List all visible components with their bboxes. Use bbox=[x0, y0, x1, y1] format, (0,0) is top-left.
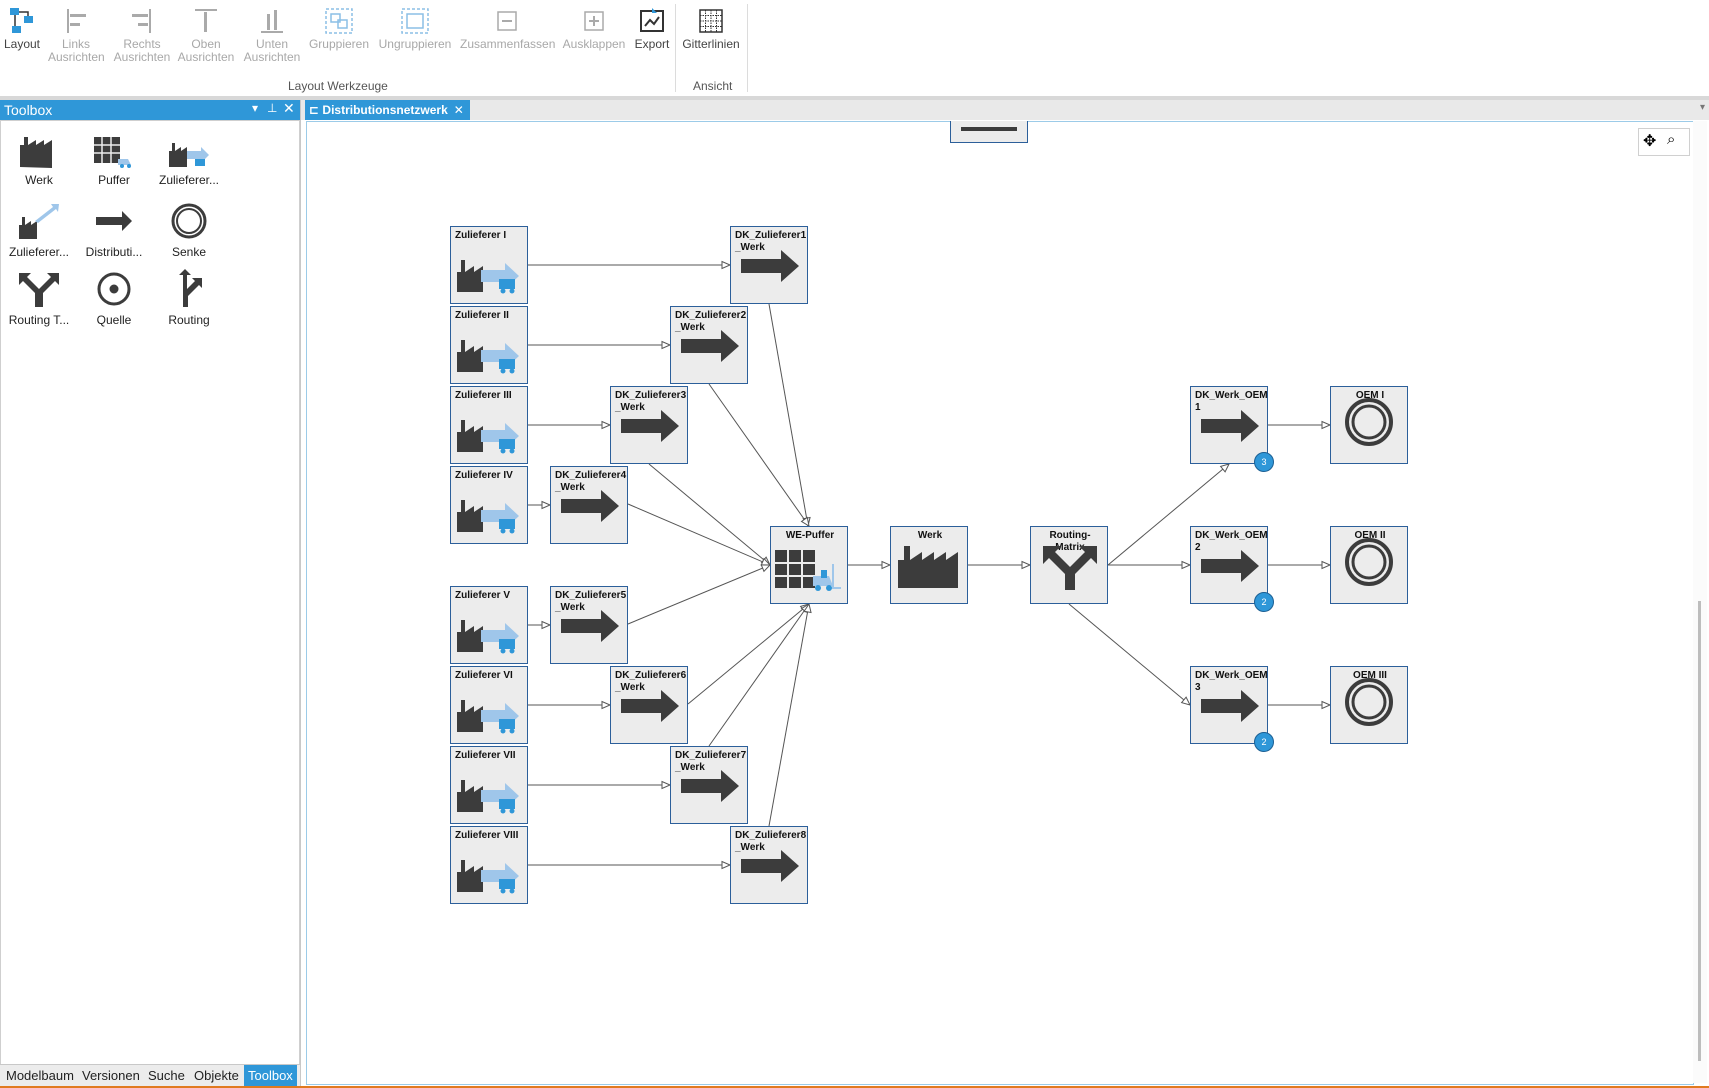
edge-arrowhead bbox=[1321, 560, 1332, 570]
count-badge: 2 bbox=[1254, 592, 1274, 612]
edge-arrowhead bbox=[1321, 420, 1332, 430]
diagram-node[interactable]: Zulieferer IV bbox=[450, 466, 528, 544]
supplier-icon bbox=[455, 488, 525, 539]
node-label: Zulieferer IV bbox=[455, 470, 513, 481]
node-label: Zulieferer VIII bbox=[455, 830, 519, 841]
arrow-right-icon bbox=[1199, 688, 1261, 729]
diagram-node[interactable]: OEM III bbox=[1330, 666, 1408, 744]
diagram-node[interactable]: Zulieferer III bbox=[450, 386, 528, 464]
edge bbox=[708, 603, 810, 747]
edge-arrowhead bbox=[760, 564, 772, 573]
arrow-right-icon bbox=[559, 608, 621, 649]
arrow-right-icon bbox=[619, 408, 681, 449]
arrow-right-icon bbox=[1199, 548, 1261, 589]
arrow-right-icon bbox=[679, 768, 741, 809]
diagram-node[interactable]: DK_Zulieferer3 _Werk bbox=[610, 386, 688, 464]
edge-arrowhead bbox=[541, 500, 552, 510]
diagram-node[interactable]: Werk bbox=[890, 526, 968, 604]
sink-icon bbox=[1343, 676, 1395, 733]
edge-arrowhead bbox=[721, 260, 732, 270]
node-label: Zulieferer II bbox=[455, 310, 509, 321]
diagram-node[interactable]: DK_Zulieferer7 _Werk bbox=[670, 746, 748, 824]
diagram-node[interactable]: Routing- Matrix bbox=[1030, 526, 1108, 604]
count-badge: 2 bbox=[1254, 732, 1274, 752]
edge bbox=[768, 303, 809, 527]
edge-arrowhead bbox=[721, 860, 732, 870]
diagram-node[interactable]: DK_Werk_OEM 1 bbox=[1190, 386, 1268, 464]
edge-arrowhead bbox=[881, 560, 892, 570]
diagram-node[interactable]: Zulieferer II bbox=[450, 306, 528, 384]
diagram-node[interactable]: DK_Zulieferer4 _Werk bbox=[550, 466, 628, 544]
edge-arrowhead bbox=[1321, 700, 1332, 710]
sink-icon bbox=[1343, 396, 1395, 453]
arrow-right-icon bbox=[739, 848, 801, 889]
node-label: Zulieferer VII bbox=[455, 750, 516, 761]
node-label: Werk bbox=[917, 530, 943, 541]
supplier-icon bbox=[455, 328, 525, 379]
edge-arrowhead bbox=[1180, 696, 1191, 706]
edge bbox=[708, 383, 810, 527]
edges-layer bbox=[528, 260, 1332, 870]
node-label: Zulieferer I bbox=[455, 230, 507, 241]
supplier-icon bbox=[455, 848, 525, 899]
supplier-icon bbox=[455, 248, 525, 299]
edge-arrowhead bbox=[1021, 560, 1032, 570]
edge-arrowhead bbox=[1181, 560, 1192, 570]
diagram-node[interactable]: Zulieferer VII bbox=[450, 746, 528, 824]
diagram-node[interactable]: DK_Zulieferer8 _Werk bbox=[730, 826, 808, 904]
arrow-right-icon bbox=[619, 688, 681, 729]
edge-arrowhead bbox=[661, 340, 672, 350]
diagram-node[interactable]: OEM I bbox=[1330, 386, 1408, 464]
diagram-node[interactable]: Zulieferer I bbox=[450, 226, 528, 304]
supplier-icon bbox=[455, 608, 525, 659]
diagram-node[interactable]: Zulieferer VI bbox=[450, 666, 528, 744]
buffer-icon bbox=[773, 546, 845, 597]
count-badge: 3 bbox=[1254, 452, 1274, 472]
node-label: Zulieferer VI bbox=[455, 670, 513, 681]
edge-arrowhead bbox=[601, 420, 612, 430]
edge-arrowhead bbox=[1219, 463, 1230, 473]
diagram-node[interactable]: DK_Zulieferer6 _Werk bbox=[610, 666, 688, 744]
edge bbox=[687, 603, 810, 705]
arrow-right-icon bbox=[739, 248, 801, 289]
supplier-icon bbox=[455, 688, 525, 739]
arrow-right-icon bbox=[1199, 408, 1261, 449]
edge bbox=[648, 463, 771, 566]
node-label: Zulieferer V bbox=[455, 590, 511, 601]
edge-arrowhead bbox=[661, 780, 672, 790]
diagram-node[interactable]: WE-Puffer bbox=[770, 526, 848, 604]
arrow-right-icon bbox=[679, 328, 741, 369]
diagram-node[interactable]: DK_Werk_OEM 3 bbox=[1190, 666, 1268, 744]
supplier-icon bbox=[455, 408, 525, 459]
node-label: Zulieferer III bbox=[455, 390, 512, 401]
factory-icon bbox=[896, 542, 962, 595]
diagram-node[interactable]: DK_Zulieferer1 _Werk bbox=[730, 226, 808, 304]
supplier-icon bbox=[455, 768, 525, 819]
diagram-node[interactable]: OEM II bbox=[1330, 526, 1408, 604]
diagram-node[interactable]: Zulieferer VIII bbox=[450, 826, 528, 904]
edge bbox=[1068, 603, 1191, 706]
edge bbox=[627, 564, 771, 625]
edge bbox=[627, 503, 771, 566]
edge-arrowhead bbox=[541, 620, 552, 630]
diagram-node[interactable]: DK_Zulieferer5 _Werk bbox=[550, 586, 628, 664]
edge bbox=[768, 603, 810, 827]
fork-icon bbox=[1039, 542, 1101, 597]
edge-arrowhead bbox=[601, 700, 612, 710]
diagram-node[interactable]: DK_Zulieferer2 _Werk bbox=[670, 306, 748, 384]
node-label: WE-Puffer bbox=[785, 530, 835, 541]
diagram-node[interactable]: Zulieferer V bbox=[450, 586, 528, 664]
diagram-node[interactable]: DK_Werk_OEM 2 bbox=[1190, 526, 1268, 604]
sink-icon bbox=[1343, 536, 1395, 593]
arrow-right-icon bbox=[559, 488, 621, 529]
